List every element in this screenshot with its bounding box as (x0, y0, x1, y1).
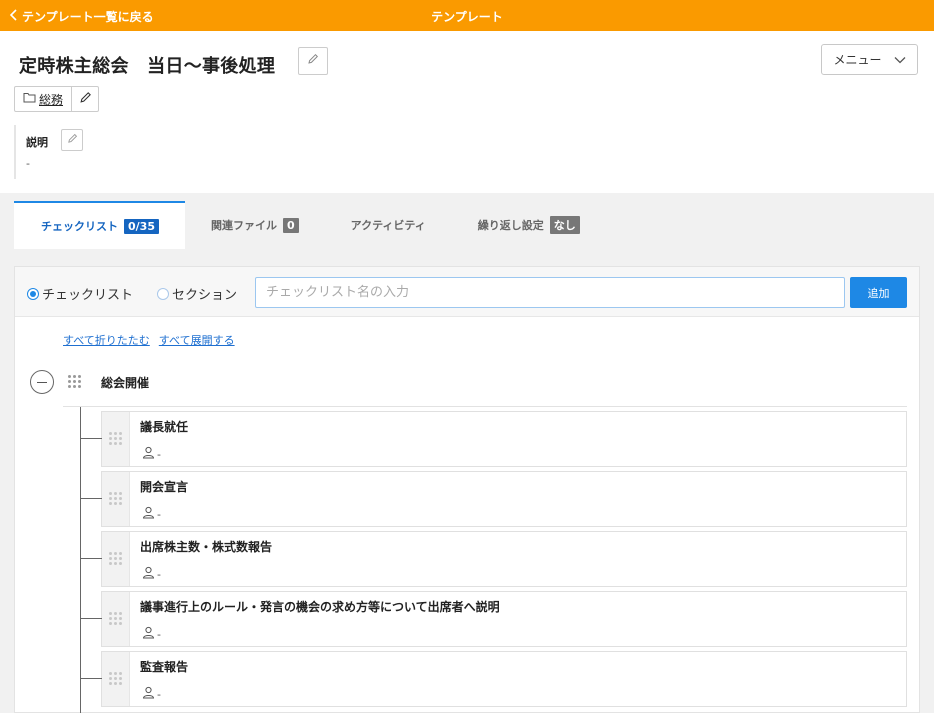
checklist-item-name: 議事進行上のルール・発言の機会の求め方等について出席者へ説明 (140, 600, 500, 614)
tree-connector (80, 407, 81, 713)
tab-bar: チェックリスト 0/35 関連ファイル 0 アクティビティ 繰り返し設定 なし (14, 201, 606, 249)
template-header: 定時株主総会 当日〜事後処理 メニュー 総務 説明 - (0, 31, 934, 193)
tab-repeat-settings-label: 繰り返し設定 (477, 219, 544, 232)
assignee[interactable]: - (142, 446, 161, 462)
drag-handle[interactable] (102, 532, 130, 586)
assignee[interactable]: - (142, 686, 161, 702)
assignee-value: - (157, 687, 161, 701)
checklist-item-name: 議長就任 (140, 420, 189, 434)
back-to-template-list-link[interactable]: テンプレート一覧に戻る (9, 8, 154, 25)
description-label: 説明 (26, 136, 48, 149)
pencil-icon (307, 53, 319, 69)
checklist-name-input[interactable] (255, 277, 845, 308)
files-count-badge: 0 (282, 217, 299, 233)
section-header: 総会開催 (15, 367, 919, 397)
drag-handle-icon (109, 552, 122, 565)
checklist-item-name: 開会宣言 (140, 480, 189, 494)
assignee-value: - (157, 447, 161, 461)
edit-folder-button[interactable] (72, 87, 98, 111)
person-icon (142, 506, 155, 522)
drag-handle[interactable] (102, 592, 130, 646)
expand-all-link[interactable]: すべて展開する (159, 332, 235, 348)
tab-activity[interactable]: アクティビティ (325, 201, 452, 249)
collapse-section-button[interactable] (30, 370, 54, 394)
radio-checklist[interactable]: チェックリスト (27, 284, 133, 303)
assignee[interactable]: - (142, 566, 161, 582)
drag-handle-icon (109, 492, 122, 505)
drag-handle-icon (109, 432, 122, 445)
divider (63, 406, 907, 407)
folder-link[interactable]: 総務 (15, 87, 73, 111)
assignee-value: - (157, 627, 161, 641)
checklist-item[interactable]: 議事進行上のルール・発言の機会の求め方等について出席者へ説明 - (81, 591, 907, 647)
chevron-left-icon (9, 9, 18, 24)
repeat-status-badge: なし (549, 216, 580, 234)
drag-handle[interactable] (102, 412, 130, 466)
person-icon (142, 686, 155, 702)
back-link-label: テンプレート一覧に戻る (22, 10, 154, 24)
checklist-item[interactable]: 監査報告 - (81, 651, 907, 707)
tree-branch (81, 678, 102, 679)
person-icon (142, 626, 155, 642)
pencil-icon (79, 91, 92, 108)
checklist-item[interactable]: 開会宣言 - (81, 471, 907, 527)
edit-title-button[interactable] (298, 47, 328, 75)
drag-handle[interactable] (102, 472, 130, 526)
add-item-row: チェックリスト セクション 追加 (15, 267, 919, 317)
assignee-value: - (157, 507, 161, 521)
checklist-item-name: 出席株主数・株式数報告 (140, 540, 273, 554)
chevron-down-icon (894, 53, 906, 67)
tab-checklist[interactable]: チェックリスト 0/35 (14, 201, 185, 249)
expand-collapse-links: すべて折りたたむ すべて展開する (63, 332, 235, 348)
top-bar: テンプレート一覧に戻る テンプレート (0, 0, 934, 31)
checklist-count-badge: 0/35 (124, 218, 159, 234)
tab-checklist-label: チェックリスト (41, 220, 118, 233)
radio-checklist-indicator (27, 287, 39, 300)
description-block: 説明 - (14, 125, 314, 179)
assignee[interactable]: - (142, 626, 161, 642)
description-value: - (26, 157, 30, 170)
radio-section[interactable]: セクション (157, 284, 237, 303)
checklist-panel: チェックリスト セクション 追加 すべて折りたたむ すべて展開する 総会開催 議… (14, 266, 920, 713)
person-icon (142, 446, 155, 462)
folder-group: 総務 (14, 86, 100, 112)
tab-activity-label: アクティビティ (350, 219, 426, 232)
tab-related-files[interactable]: 関連ファイル 0 (185, 201, 325, 249)
add-button[interactable]: 追加 (850, 277, 907, 308)
collapse-all-link[interactable]: すべて折りたたむ (63, 332, 150, 348)
pencil-icon (67, 133, 78, 148)
radio-checklist-label: チェックリスト (42, 288, 134, 303)
assignee-value: - (157, 567, 161, 581)
assignee[interactable]: - (142, 506, 161, 522)
folder-label: 総務 (39, 92, 64, 107)
drag-handle-icon (109, 672, 122, 685)
section-title: 総会開催 (101, 376, 150, 390)
checklist-item[interactable]: 出席株主数・株式数報告 - (81, 531, 907, 587)
tab-related-files-label: 関連ファイル (210, 219, 277, 232)
tree-branch (81, 438, 102, 439)
menu-label: メニュー (833, 53, 882, 67)
tab-repeat-settings[interactable]: 繰り返し設定 なし (452, 201, 606, 249)
tree-branch (81, 498, 102, 499)
section-drag-handle[interactable] (68, 375, 81, 388)
template-title: 定時株主総会 当日〜事後処理 (19, 56, 276, 77)
radio-section-label: セクション (172, 288, 238, 303)
menu-dropdown-button[interactable]: メニュー (821, 44, 918, 75)
tree-branch (81, 618, 102, 619)
radio-section-indicator (157, 287, 169, 300)
checklist-item-name: 監査報告 (140, 660, 189, 674)
person-icon (142, 566, 155, 582)
folder-icon (23, 92, 36, 106)
tree-branch (81, 558, 102, 559)
edit-description-button[interactable] (61, 129, 83, 151)
drag-handle[interactable] (102, 652, 130, 706)
checklist-item[interactable]: 議長就任 - (81, 411, 907, 467)
drag-handle-icon (109, 612, 122, 625)
